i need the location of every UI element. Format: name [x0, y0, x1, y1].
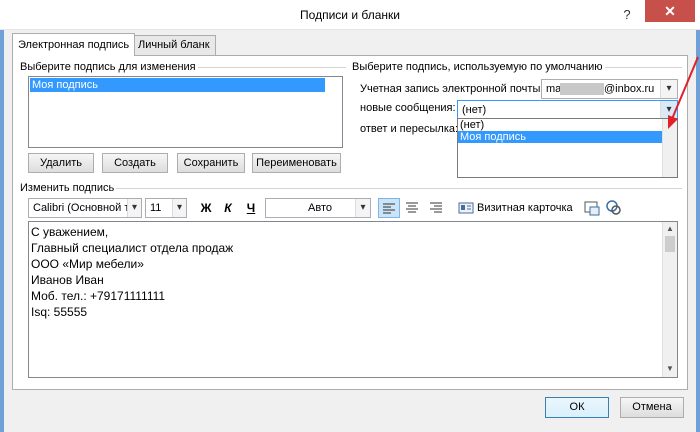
annotation-arrow: [668, 56, 699, 129]
tab-personal-stationery[interactable]: Личный бланк: [132, 35, 216, 55]
business-card-icon: [458, 202, 474, 214]
rename-button[interactable]: Переименовать: [252, 153, 341, 173]
account-select[interactable]: ma @inbox.ru: [541, 79, 678, 99]
reply-label: ответ и пересылка:: [360, 123, 459, 135]
align-center-button[interactable]: [402, 198, 424, 218]
group-divider: [20, 188, 682, 189]
dropdown-option-selected[interactable]: Моя подпись: [458, 131, 662, 143]
new-messages-label: новые сообщения:: [360, 102, 456, 114]
bold-button[interactable]: Ж: [196, 198, 216, 218]
edit-group-label: Выберите подпись для изменения: [18, 60, 198, 74]
dropdown-option[interactable]: (нет): [460, 119, 484, 131]
align-right-button[interactable]: [426, 198, 448, 218]
save-button[interactable]: Сохранить: [177, 153, 245, 173]
dropdown-list: [457, 118, 678, 178]
signature-line: Isq: 55555: [31, 305, 88, 319]
align-left-button[interactable]: [378, 198, 400, 218]
hyperlink-icon: [606, 200, 621, 215]
chevron-down-icon[interactable]: ▾: [172, 199, 186, 217]
signature-line: С уважением,: [31, 225, 109, 239]
underline-button[interactable]: Ч: [241, 198, 261, 218]
account-value-suffix: @inbox.ru: [604, 83, 655, 95]
new-messages-select[interactable]: (нет): [457, 100, 678, 120]
tab-email-signature[interactable]: Электронная подпись: [12, 33, 136, 56]
editor-label: Изменить подпись: [18, 181, 117, 195]
signature-line: ООО «Мир мебели»: [31, 257, 144, 271]
create-button[interactable]: Создать: [102, 153, 168, 173]
account-label: Учетная запись электронной почты:: [360, 83, 544, 95]
scroll-up-icon[interactable]: ▲: [663, 222, 677, 236]
account-value-prefix: ma: [546, 83, 562, 95]
align-right-icon: [430, 202, 442, 213]
font-name-select[interactable]: Calibri (Основной те: [28, 198, 142, 218]
cancel-button[interactable]: Отмена: [620, 397, 684, 418]
business-card-label: Визитная карточка: [477, 202, 573, 214]
editor-scrollbar[interactable]: ▲ ▼: [662, 222, 677, 377]
insert-picture-button[interactable]: [582, 198, 602, 218]
insert-picture-icon: [584, 201, 600, 216]
align-center-icon: [406, 202, 418, 213]
signature-line: Главный специалист отдела продаж: [31, 241, 234, 255]
window-title: Подписи и бланки: [300, 8, 400, 22]
help-button[interactable]: ?: [612, 4, 642, 26]
chevron-down-icon[interactable]: ▾: [355, 199, 370, 217]
redacted-block: [560, 83, 604, 95]
signature-line: Иванов Иван: [31, 273, 104, 287]
list-item[interactable]: Моя подпись: [30, 78, 325, 92]
align-left-icon: [383, 203, 395, 214]
italic-button[interactable]: К: [218, 198, 238, 218]
insert-hyperlink-button[interactable]: [604, 198, 624, 218]
signature-line: Моб. тел.: +79171111111: [31, 289, 166, 303]
business-card-button[interactable]: Визитная карточка: [455, 198, 575, 218]
close-button[interactable]: ✕: [645, 0, 695, 22]
ok-button[interactable]: ОК: [545, 397, 609, 418]
scroll-thumb[interactable]: [665, 236, 675, 252]
scroll-down-icon[interactable]: ▼: [663, 362, 677, 376]
delete-button[interactable]: Удалить: [28, 153, 94, 173]
chevron-down-icon[interactable]: ▾: [127, 199, 141, 217]
default-group-label: Выберите подпись, используемую по умолча…: [350, 60, 605, 74]
